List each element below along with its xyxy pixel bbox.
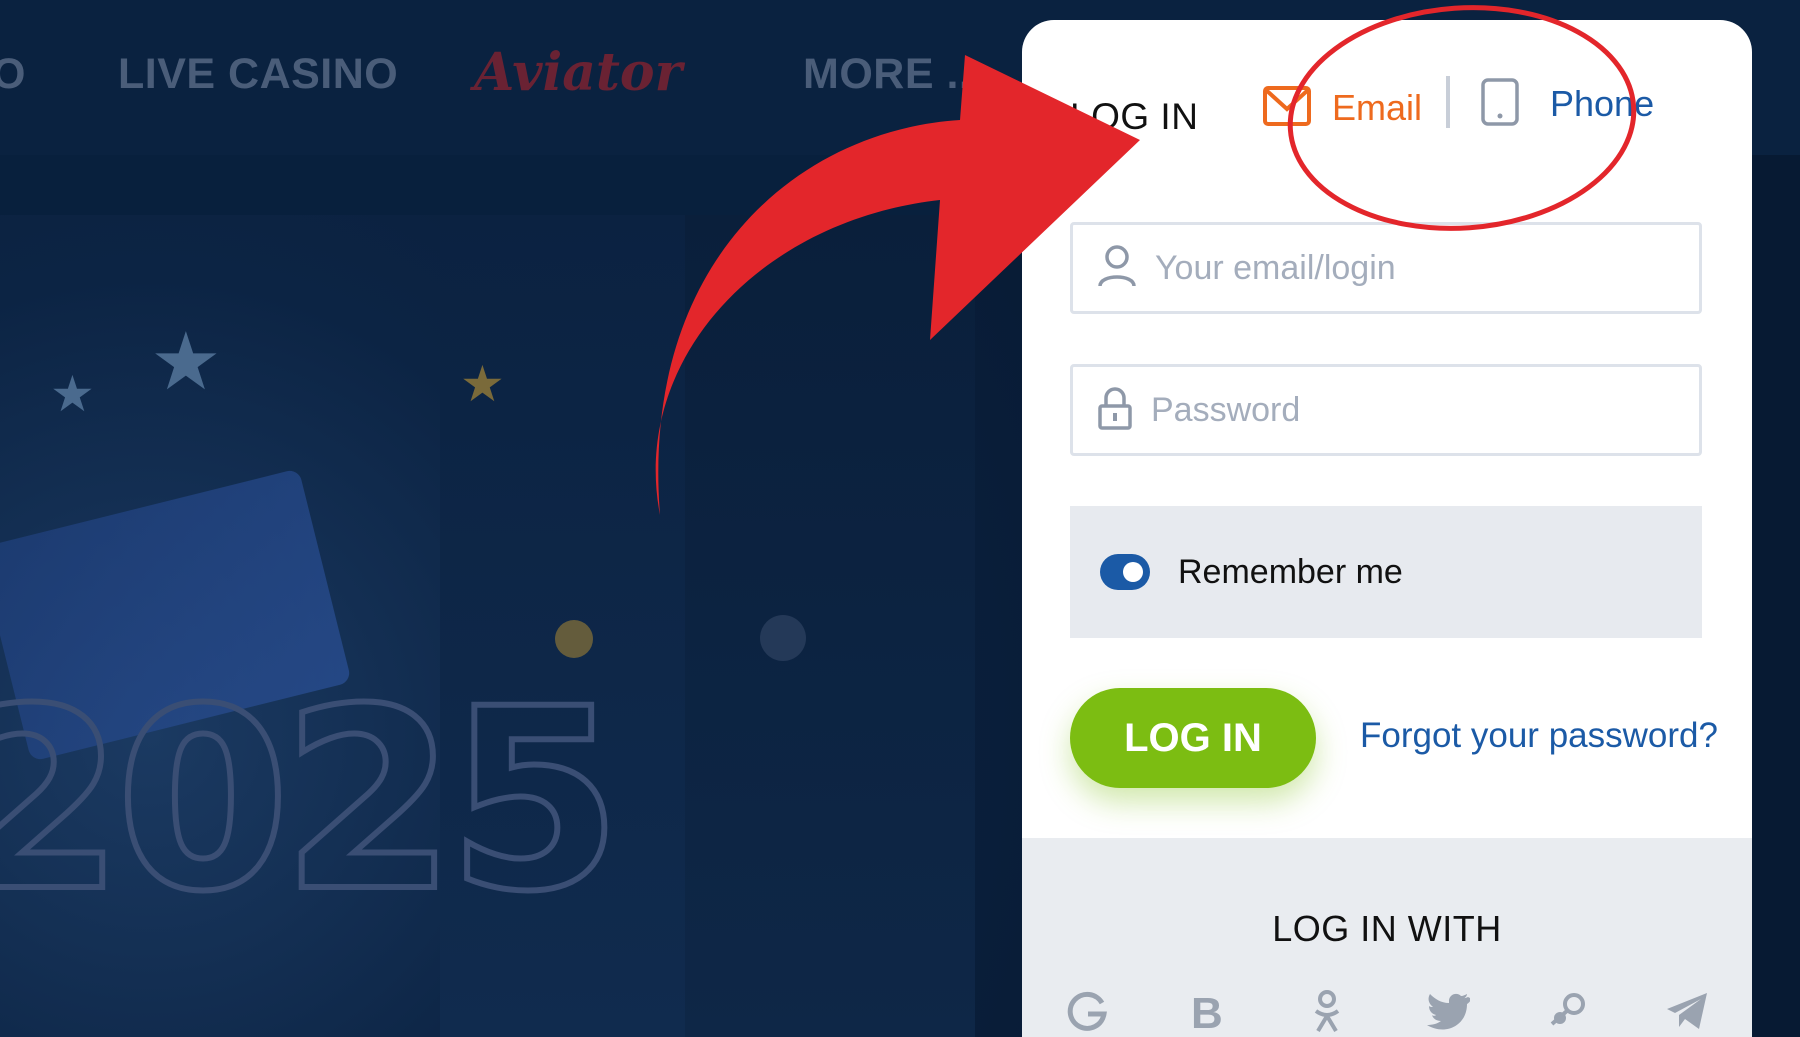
- banner-year: 2025: [0, 652, 625, 949]
- twitter-icon[interactable]: [1422, 988, 1472, 1034]
- nav-item-live-casino[interactable]: LIVE CASINO: [118, 50, 398, 99]
- telegram-icon[interactable]: [1662, 988, 1712, 1034]
- nav-item-aviator[interactable]: Aviator: [474, 42, 682, 103]
- login-button[interactable]: LOG IN: [1070, 688, 1316, 788]
- tab-divider: [1446, 76, 1450, 128]
- nav-item-more[interactable]: MORE ...: [803, 50, 984, 99]
- b-icon[interactable]: B: [1182, 988, 1232, 1034]
- steam-icon[interactable]: [1542, 988, 1592, 1034]
- banner-panel: [685, 215, 975, 1037]
- social-login-title: LOG IN WITH: [1272, 908, 1502, 949]
- forgot-password-link[interactable]: Forgot your password?: [1360, 716, 1718, 756]
- login-card: LOG IN Email Phone Your email/login Reme…: [1022, 20, 1752, 1037]
- svg-text:B: B: [1191, 990, 1223, 1032]
- tab-phone-label: Phone: [1550, 83, 1655, 124]
- email-input[interactable]: [1155, 248, 1675, 288]
- social-login-section: LOG IN WITH B: [1022, 838, 1752, 1037]
- password-input[interactable]: [1151, 390, 1671, 430]
- social-icons-row: B: [1062, 988, 1712, 1034]
- user-icon: [1097, 244, 1137, 293]
- remember-me-label[interactable]: Remember me: [1178, 553, 1403, 592]
- remember-me-row: Remember me: [1070, 506, 1702, 638]
- email-field: [1070, 222, 1702, 314]
- lock-icon: [1097, 386, 1133, 435]
- login-title: LOG IN: [1070, 96, 1199, 137]
- nav-item-partial[interactable]: O: [0, 50, 26, 99]
- star-decoration: ★: [50, 366, 95, 422]
- google-icon[interactable]: [1062, 988, 1112, 1034]
- star-decoration: ★: [150, 317, 222, 406]
- odnoklassniki-icon[interactable]: [1302, 988, 1352, 1034]
- toggle-knob: [1123, 562, 1143, 582]
- star-decoration: ★: [460, 356, 505, 412]
- tab-email-label: Email: [1332, 87, 1423, 128]
- phone-icon: [1480, 77, 1520, 132]
- ornament-decoration: [555, 620, 593, 658]
- password-field: [1070, 364, 1702, 456]
- promo-banner: ★ ★ ★ 2025: [0, 215, 1030, 1037]
- tab-phone[interactable]: Phone: [1480, 74, 1654, 134]
- envelope-icon: [1262, 85, 1312, 132]
- sub-navigation: [0, 155, 1030, 215]
- ornament-decoration: [760, 615, 806, 661]
- tab-email[interactable]: Email: [1262, 78, 1422, 138]
- remember-me-toggle[interactable]: [1100, 554, 1150, 590]
